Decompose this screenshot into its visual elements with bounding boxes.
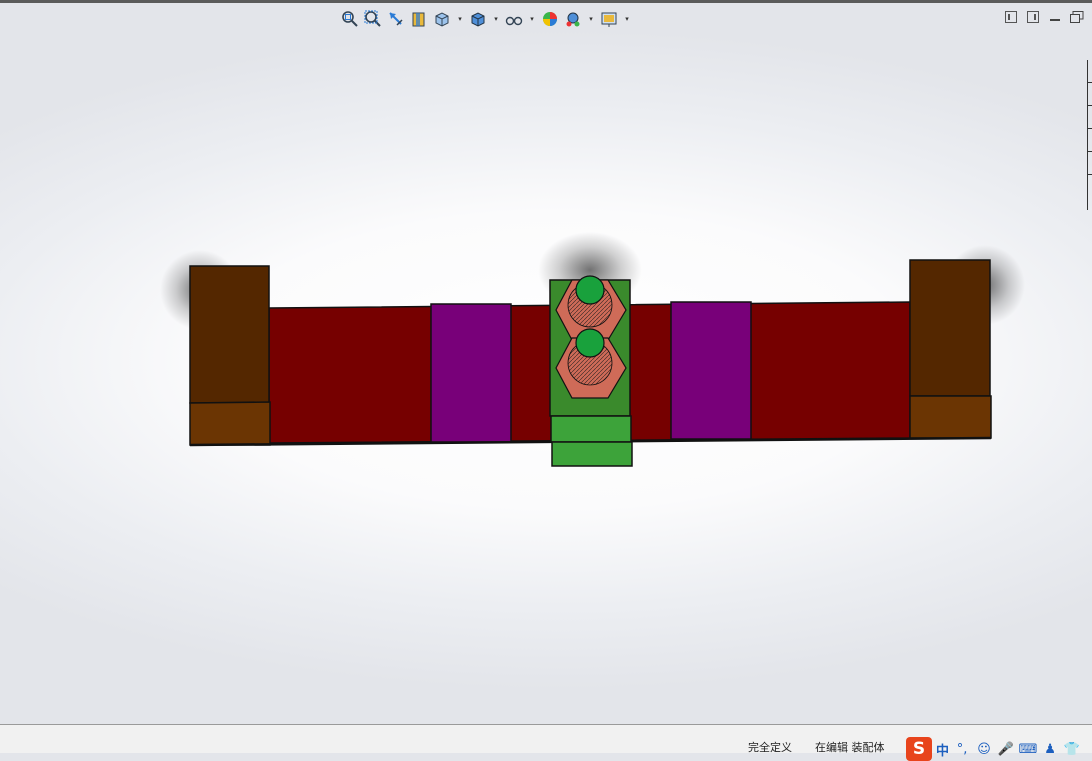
skin-shirt-icon[interactable]: 👕 [1063,741,1081,757]
previous-view-icon[interactable] [386,9,406,29]
definition-status: 完全定义 [748,741,792,754]
view-settings-icon[interactable] [599,9,619,29]
apply-scene-dropdown-icon[interactable]: ▾ [586,9,596,29]
restore-icon[interactable] [1070,10,1084,24]
ime-toolbar: S 中 °, ☺ 🎤 ⌨ ♟ 👕 [906,737,1081,761]
brown-post-right-lower[interactable] [909,395,992,439]
display-style-icon[interactable] [468,9,488,29]
green-clamp-foot[interactable] [551,441,633,467]
green-clamp-face[interactable] [550,415,632,443]
brown-post-left-lower[interactable] [189,401,271,446]
hide-show-items-icon[interactable] [504,9,524,29]
task-pane-tabs[interactable] [1087,60,1092,210]
display-style-dropdown-icon[interactable]: ▾ [491,9,501,29]
microphone-icon[interactable]: 🎤 [997,741,1015,757]
minimize-icon[interactable] [1048,10,1062,24]
tile-horizontal-icon[interactable] [1004,10,1018,24]
sogou-logo-icon[interactable]: S [906,737,932,761]
edit-appearance-icon[interactable] [540,9,560,29]
brown-post-right-upper[interactable] [909,259,991,397]
purple-block-left[interactable] [430,303,512,443]
tile-vertical-icon[interactable] [1026,10,1040,24]
ime-language-toggle[interactable]: 中 [936,740,949,759]
window-controls [1004,10,1084,24]
section-view-icon[interactable] [409,9,429,29]
apply-scene-icon[interactable] [563,9,583,29]
emoji-icon[interactable]: ☺ [975,741,993,757]
user-icon[interactable]: ♟ [1041,741,1059,757]
bolt-head-upper[interactable] [575,275,605,305]
view-orientation-dropdown-icon[interactable]: ▾ [455,9,465,29]
bolt-head-lower[interactable] [575,328,605,358]
view-settings-dropdown-icon[interactable]: ▾ [622,9,632,29]
zoom-to-fit-icon[interactable] [340,9,360,29]
graphics-viewport[interactable] [0,0,1092,724]
editing-mode-status: 在编辑 装配体 [815,741,885,754]
keyboard-icon[interactable]: ⌨ [1019,741,1038,757]
hide-show-dropdown-icon[interactable]: ▾ [527,9,537,29]
purple-block-right[interactable] [670,301,752,440]
punctuation-icon[interactable]: °, [953,741,971,757]
assembly-model [160,232,1025,467]
brown-post-left-upper[interactable] [189,265,270,404]
heads-up-view-toolbar: ▾ ▾ ▾ ▾ ▾ [340,8,632,30]
zoom-to-area-icon[interactable] [363,9,383,29]
view-orientation-icon[interactable] [432,9,452,29]
